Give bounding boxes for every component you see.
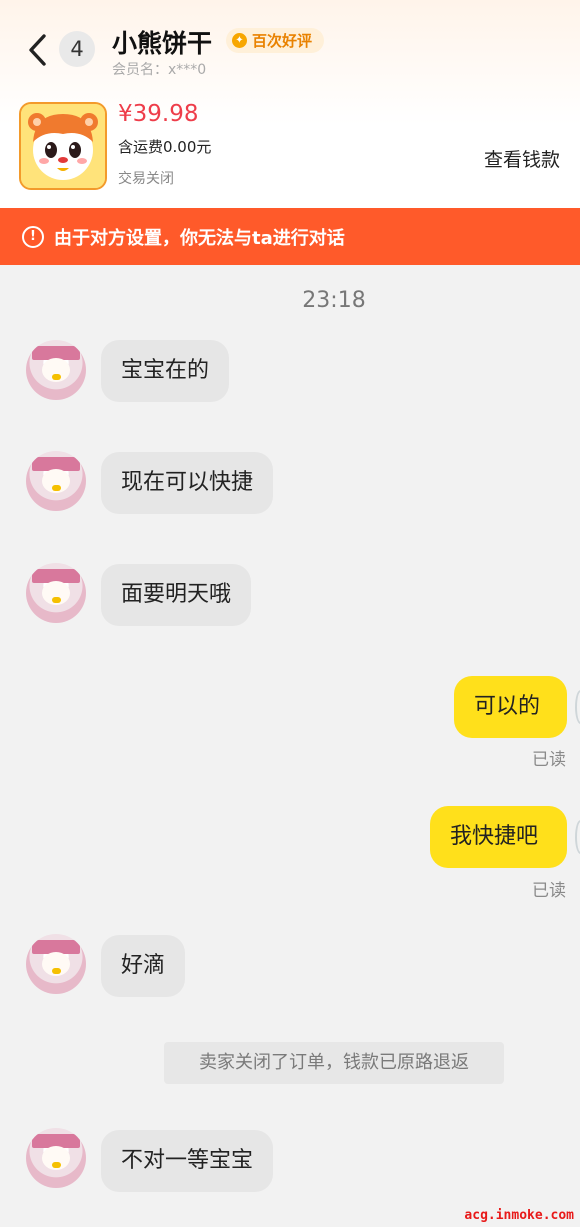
warning-text: 由于对方设置，你无法与ta进行对话 <box>54 227 345 249</box>
message-bubble-outgoing[interactable]: 可以的 <box>454 676 567 738</box>
view-money-button[interactable]: 查看钱款 <box>470 136 580 184</box>
watermark: acg.inmoke.com <box>464 1208 574 1223</box>
message-bubble-outgoing[interactable]: 我快捷吧 <box>430 806 567 868</box>
seller-avatar-icon[interactable] <box>26 1128 86 1188</box>
seller-avatar-icon[interactable] <box>26 451 86 511</box>
blocked-warning-banner: ! 由于对方设置，你无法与ta进行对话 <box>0 208 580 265</box>
review-badge[interactable]: ✦ 百次好评 <box>226 28 325 53</box>
chat-timestamp: 23:18 <box>302 288 366 313</box>
chat-header: 4 小熊饼干 ✦ 百次好评 会员名：x***0 ¥39.98 含运费0.00元 … <box>0 0 580 208</box>
seller-avatar-icon[interactable] <box>26 934 86 994</box>
back-arrow-icon[interactable] <box>22 30 56 70</box>
review-badge-label: 百次好评 <box>252 32 313 50</box>
review-medal-icon: ✦ <box>232 33 247 48</box>
message-bubble-incoming[interactable]: 好滴 <box>101 935 186 997</box>
member-name: 会员名：x***0 <box>112 62 207 78</box>
message-bubble-incoming[interactable]: 现在可以快捷 <box>101 452 274 514</box>
my-avatar-edge <box>575 690 580 724</box>
system-notice: 卖家关闭了订单，钱款已原路退返 <box>164 1042 504 1084</box>
my-avatar-edge <box>575 820 580 854</box>
read-status: 已读 <box>532 881 566 901</box>
read-status: 已读 <box>532 750 566 770</box>
product-bear-icon <box>21 104 105 188</box>
unread-count-badge[interactable]: 4 <box>59 31 95 67</box>
product-thumbnail[interactable] <box>19 102 107 190</box>
warning-circle-icon: ! <box>22 225 44 248</box>
message-bubble-incoming[interactable]: 不对一等宝宝 <box>101 1130 274 1192</box>
seller-avatar-icon[interactable] <box>26 340 86 400</box>
shop-name[interactable]: 小熊饼干 <box>112 24 212 60</box>
shipping-fee: 含运费0.00元 <box>118 138 212 156</box>
message-bubble-incoming[interactable]: 宝宝在的 <box>101 340 230 402</box>
message-bubble-incoming[interactable]: 面要明天哦 <box>101 564 252 626</box>
trade-status: 交易关闭 <box>118 171 174 187</box>
product-price: ¥39.98 <box>118 101 199 127</box>
seller-avatar-icon[interactable] <box>26 563 86 623</box>
